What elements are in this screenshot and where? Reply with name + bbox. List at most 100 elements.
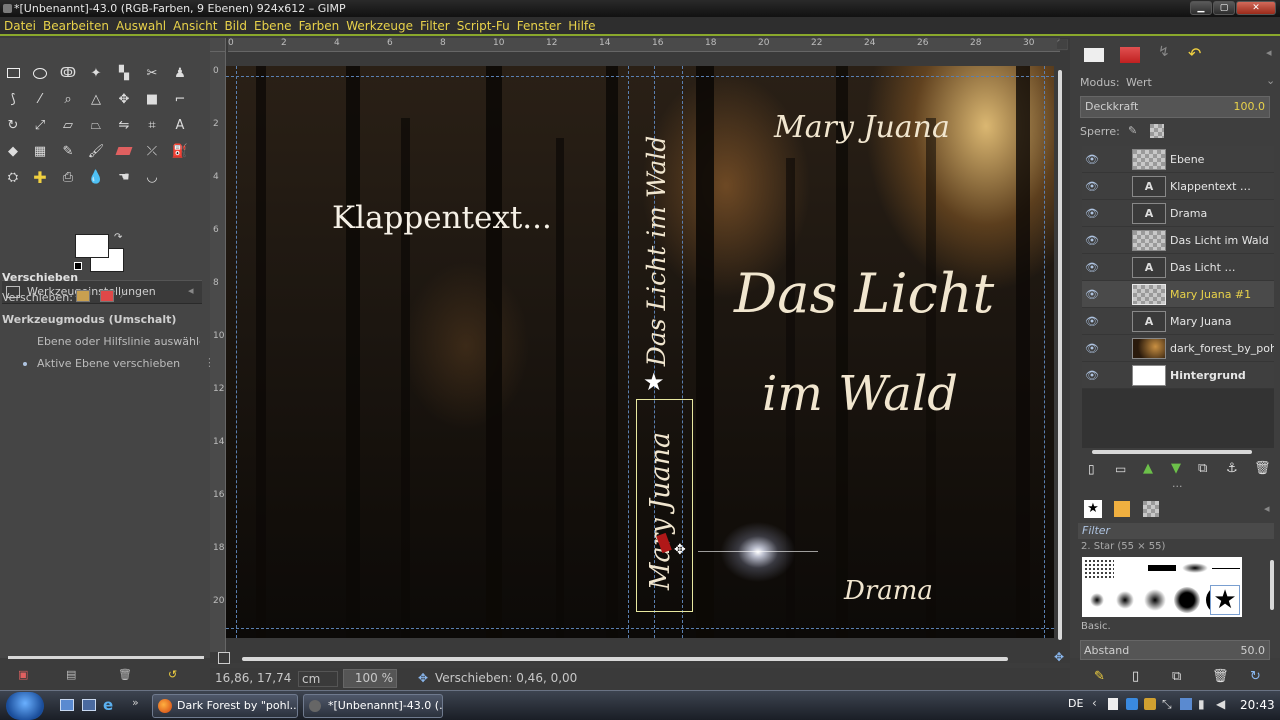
blur-icon[interactable]: 💧 xyxy=(85,166,107,188)
navigate-image-icon[interactable]: ✥ xyxy=(1054,650,1064,664)
guide-line[interactable] xyxy=(226,76,1054,77)
cover-title-line2[interactable]: im Wald xyxy=(762,366,958,422)
unit-select[interactable]: cm xyxy=(298,671,338,687)
save-preset-icon[interactable]: ▣ xyxy=(18,668,28,681)
swap-colors-icon[interactable]: ↷ xyxy=(114,232,122,243)
undo-history-tab-icon[interactable]: ↶ xyxy=(1188,44,1201,63)
quick-mask-toggle[interactable] xyxy=(218,652,230,664)
heal-icon[interactable]: ✚ xyxy=(29,166,51,188)
vertical-scrollbar[interactable] xyxy=(1058,70,1062,640)
scale-icon[interactable]: ⤢ xyxy=(29,114,51,136)
tray-monitor-icon[interactable] xyxy=(1180,698,1192,710)
visibility-eye-icon[interactable]: 👁 xyxy=(1085,146,1099,173)
brush-category[interactable]: Basic. xyxy=(1081,621,1111,632)
brush-dock-menu-icon[interactable]: ◂ xyxy=(1264,502,1270,515)
guide-line[interactable] xyxy=(226,628,1054,629)
layer-row[interactable]: 👁 Ebene xyxy=(1082,146,1274,173)
eraser-icon[interactable] xyxy=(113,140,135,162)
lock-pixels-icon[interactable]: ✎ xyxy=(1128,124,1137,137)
bucket-fill-icon[interactable]: ◆ xyxy=(2,140,24,162)
ellipse-select-icon[interactable] xyxy=(29,62,51,84)
menu-bild[interactable]: Bild xyxy=(221,17,250,36)
lower-layer-icon[interactable]: ▼ xyxy=(1171,461,1181,476)
anchor-layer-icon[interactable]: ⚓ xyxy=(1226,461,1238,476)
brush-swatch[interactable] xyxy=(1084,559,1114,579)
ruler-corner[interactable] xyxy=(210,38,226,52)
menu-farben[interactable]: Farben xyxy=(296,17,343,36)
switch-windows-icon[interactable] xyxy=(82,699,96,711)
cover-title-line1[interactable]: Das Licht xyxy=(734,262,994,325)
tool-option-pick-layer[interactable]: Ebene oder Hilfslinie auswähle xyxy=(22,335,200,348)
visibility-eye-icon[interactable]: 👁 xyxy=(1085,362,1099,389)
clone-icon[interactable]: ⛭ xyxy=(2,166,24,188)
layers-horizontal-scrollbar[interactable] xyxy=(1092,450,1252,454)
layer-row[interactable]: 👁 A Das Licht … xyxy=(1082,254,1274,281)
perspective-icon[interactable]: ⏢ xyxy=(85,114,107,136)
guide-line[interactable] xyxy=(1044,66,1045,638)
layer-row[interactable]: 👁 A Mary Juana xyxy=(1082,308,1274,335)
foreground-color-swatch-front[interactable] xyxy=(75,234,109,258)
move-path-icon[interactable]: ⁄ xyxy=(122,288,124,301)
visibility-eye-icon[interactable]: 👁 xyxy=(1085,254,1099,281)
magic-wand-icon[interactable]: ✦ xyxy=(85,62,107,84)
guide-line[interactable] xyxy=(628,66,629,638)
tray-cursor-icon[interactable]: ⤡ xyxy=(1162,697,1172,712)
cage-transform-icon[interactable]: ⌗ xyxy=(141,114,163,136)
delete-brush-icon[interactable]: 🗑 xyxy=(1212,669,1229,684)
internet-explorer-icon[interactable]: e xyxy=(103,696,113,714)
close-button[interactable]: ✕ xyxy=(1236,1,1276,15)
brush-swatch[interactable] xyxy=(1174,587,1200,613)
paths-tab-icon[interactable]: ↯ xyxy=(1158,44,1170,60)
visibility-eye-icon[interactable]: 👁 xyxy=(1085,200,1099,227)
ink-icon[interactable]: ⛽ xyxy=(169,140,191,162)
tray-folder-icon[interactable] xyxy=(1144,698,1156,710)
taskbar-firefox[interactable]: Dark Forest by "pohl... xyxy=(152,694,298,718)
layer-row[interactable]: 👁 Das Licht im Wald xyxy=(1082,227,1274,254)
align-icon[interactable]: ■ xyxy=(141,88,163,110)
menu-auswahl[interactable]: Auswahl xyxy=(113,17,169,36)
shear-icon[interactable]: ▱ xyxy=(57,114,79,136)
new-brush-icon[interactable]: ▯ xyxy=(1132,669,1139,684)
reset-options-icon[interactable]: ↺ xyxy=(168,668,177,681)
tray-volume-icon[interactable]: ◀ xyxy=(1216,697,1225,711)
cover-author[interactable]: Mary Juana xyxy=(774,110,950,145)
channels-tab-icon[interactable] xyxy=(1120,47,1140,63)
navigate-icon[interactable]: ⬛ xyxy=(1056,40,1068,51)
raise-layer-icon[interactable]: ▲ xyxy=(1143,461,1153,476)
zoom-select[interactable]: 100 % xyxy=(343,669,397,688)
pencil-icon[interactable]: ✎ xyxy=(57,140,79,162)
dodge-burn-icon[interactable]: ◡ xyxy=(141,166,163,188)
perspective-clone-icon[interactable]: ⎙ xyxy=(57,166,79,188)
patterns-tab-icon[interactable] xyxy=(1114,501,1130,517)
default-colors-icon[interactable] xyxy=(74,262,82,270)
brush-swatch[interactable] xyxy=(1182,563,1208,573)
move-icon[interactable]: ✥ xyxy=(113,88,135,110)
maximize-button[interactable]: ▢ xyxy=(1213,1,1235,15)
horizontal-ruler[interactable]: 0 2 4 6 8 10 12 14 16 18 20 22 24 26 28 … xyxy=(228,38,1060,52)
menu-hilfe[interactable]: Hilfe xyxy=(565,17,598,36)
new-layer-group-icon[interactable]: ▭ xyxy=(1115,462,1126,476)
panel-separator-grip[interactable]: ··· xyxy=(1172,480,1183,493)
menu-datei[interactable]: Datei xyxy=(1,17,39,36)
gradients-tab-icon[interactable] xyxy=(1143,501,1159,517)
new-layer-icon[interactable]: ▯ xyxy=(1088,462,1095,476)
mode-dropdown-icon[interactable]: ⌄ xyxy=(1266,74,1275,87)
brush-swatch[interactable] xyxy=(1090,593,1104,607)
vertical-ruler[interactable]: 0 2 4 6 8 10 12 14 16 18 20 xyxy=(210,52,226,652)
menu-werkzeuge[interactable]: Werkzeuge xyxy=(343,17,416,36)
brush-swatch[interactable] xyxy=(1144,589,1166,611)
paths-icon[interactable]: ⟆ xyxy=(2,88,24,110)
tray-network-icon[interactable]: ▮ xyxy=(1198,697,1205,711)
crop-icon[interactable]: ⌐ xyxy=(169,88,191,110)
visibility-eye-icon[interactable]: 👁 xyxy=(1085,281,1099,308)
delete-layer-icon[interactable]: 🗑 xyxy=(1254,461,1271,476)
delete-preset-icon[interactable]: 🗑 xyxy=(118,668,132,681)
foreground-select-icon[interactable]: ♟ xyxy=(169,62,191,84)
visibility-eye-icon[interactable]: 👁 xyxy=(1085,173,1099,200)
move-selection-icon[interactable] xyxy=(100,290,114,302)
opacity-slider[interactable]: Deckkraft 100.0 xyxy=(1080,96,1270,118)
language-indicator[interactable]: DE xyxy=(1068,697,1083,710)
tab-menu-icon[interactable]: ◂ xyxy=(188,284,194,297)
menu-ansicht[interactable]: Ansicht xyxy=(170,17,220,36)
brush-swatch[interactable] xyxy=(1212,568,1240,569)
